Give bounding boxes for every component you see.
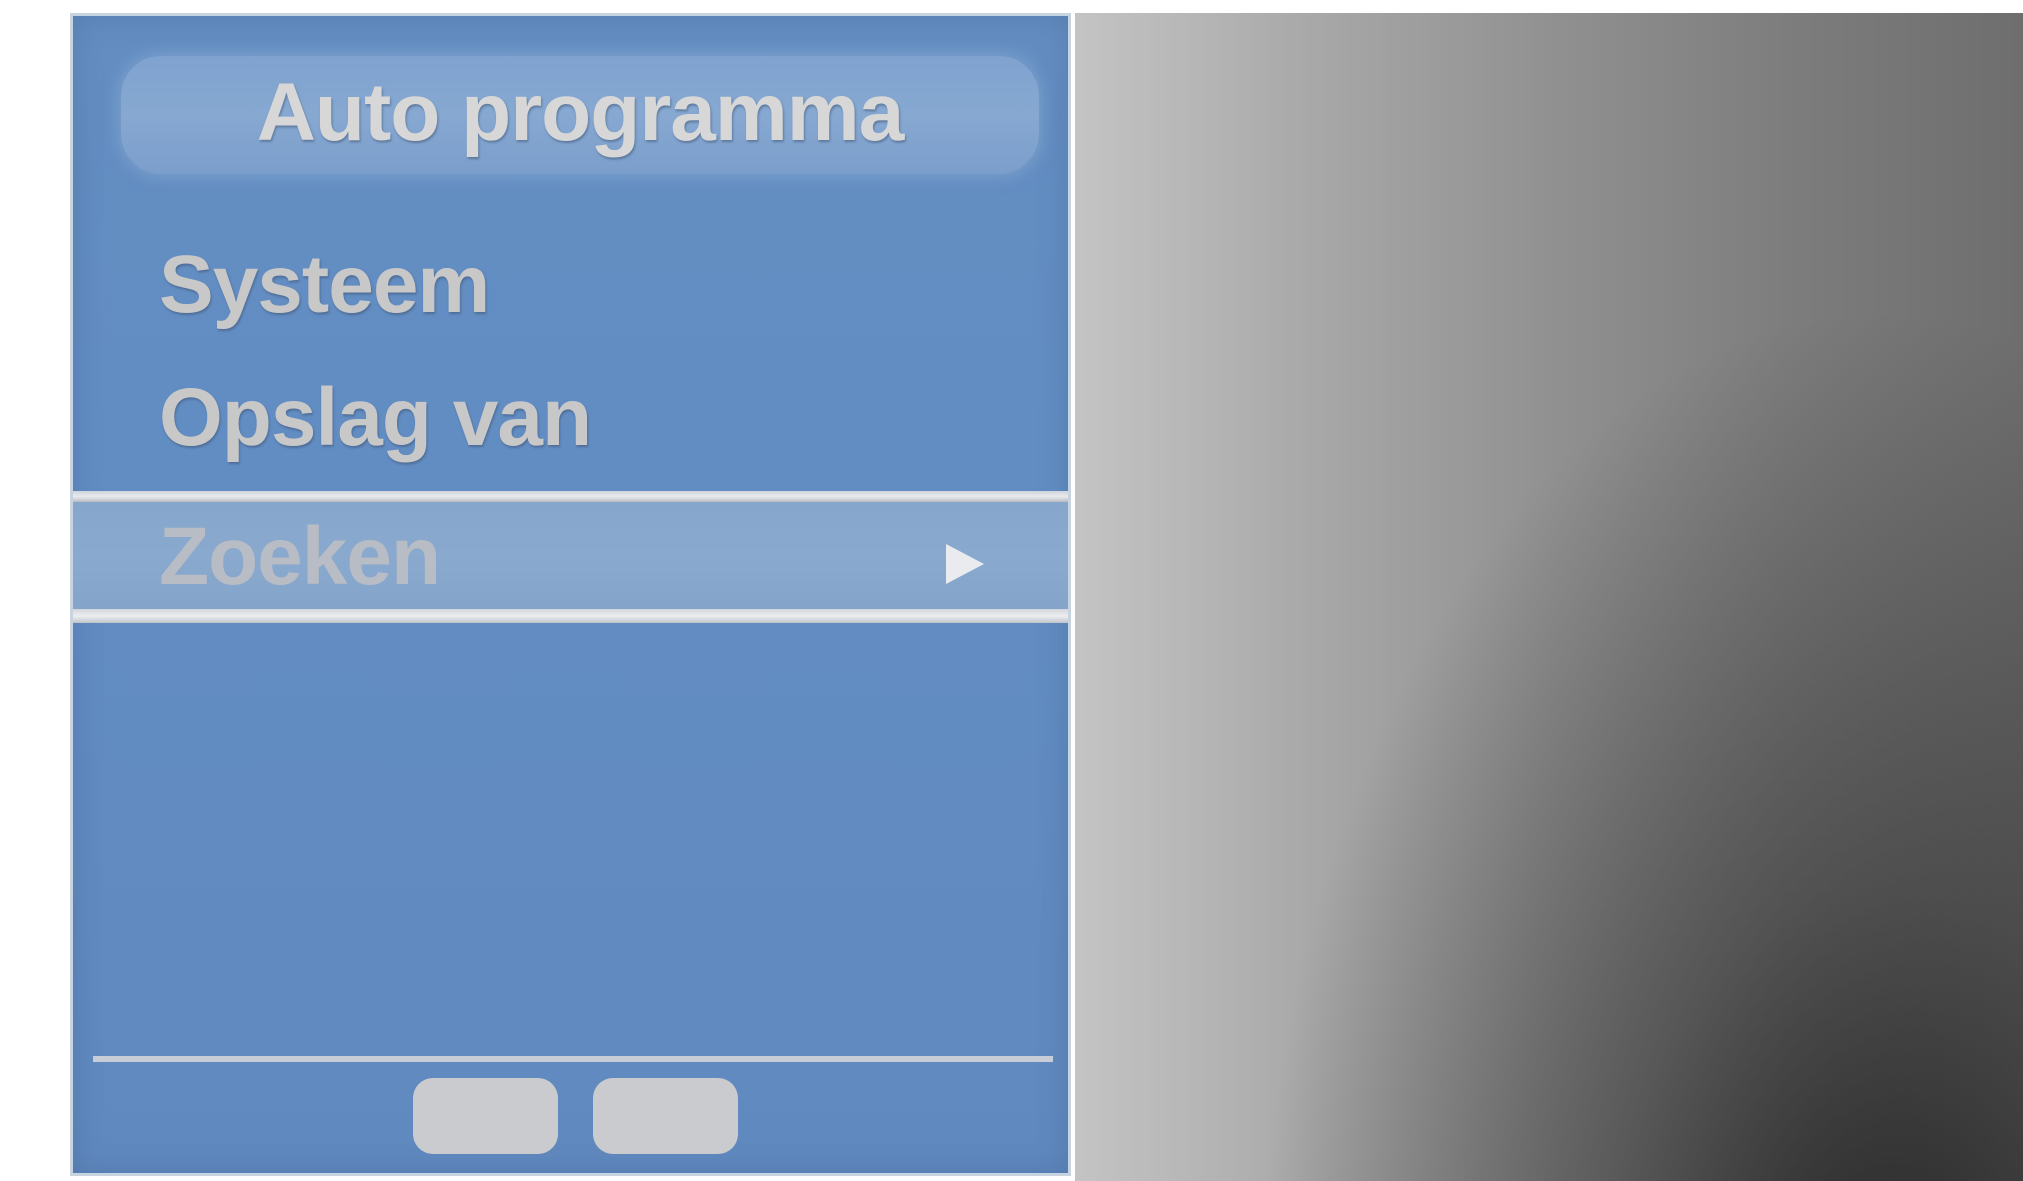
osd-menu-panel: Auto programma Systeem Opslag van Zoeken <box>70 13 1071 1176</box>
selection-bottom-divider <box>73 609 1068 623</box>
menu-title-bar: Auto programma <box>121 56 1039 174</box>
tv-screen: Auto programma Systeem Opslag van Zoeken <box>0 0 2023 1181</box>
menu-item-systeem[interactable]: Systeem <box>159 238 490 332</box>
tv-picture-area <box>1075 13 2023 1181</box>
footer-divider <box>93 1056 1053 1062</box>
menu-item-zoeken[interactable]: Zoeken <box>73 502 1068 609</box>
footer-button-2[interactable] <box>593 1078 738 1154</box>
selection-top-divider <box>73 491 1068 502</box>
picture-shading <box>1075 13 2023 1181</box>
triangle-right-icon <box>946 544 984 584</box>
menu-item-opslag-van[interactable]: Opslag van <box>159 371 592 465</box>
footer-button-1[interactable] <box>413 1078 558 1154</box>
menu-item-zoeken-label: Zoeken <box>159 511 441 602</box>
menu-title: Auto programma <box>256 67 905 158</box>
